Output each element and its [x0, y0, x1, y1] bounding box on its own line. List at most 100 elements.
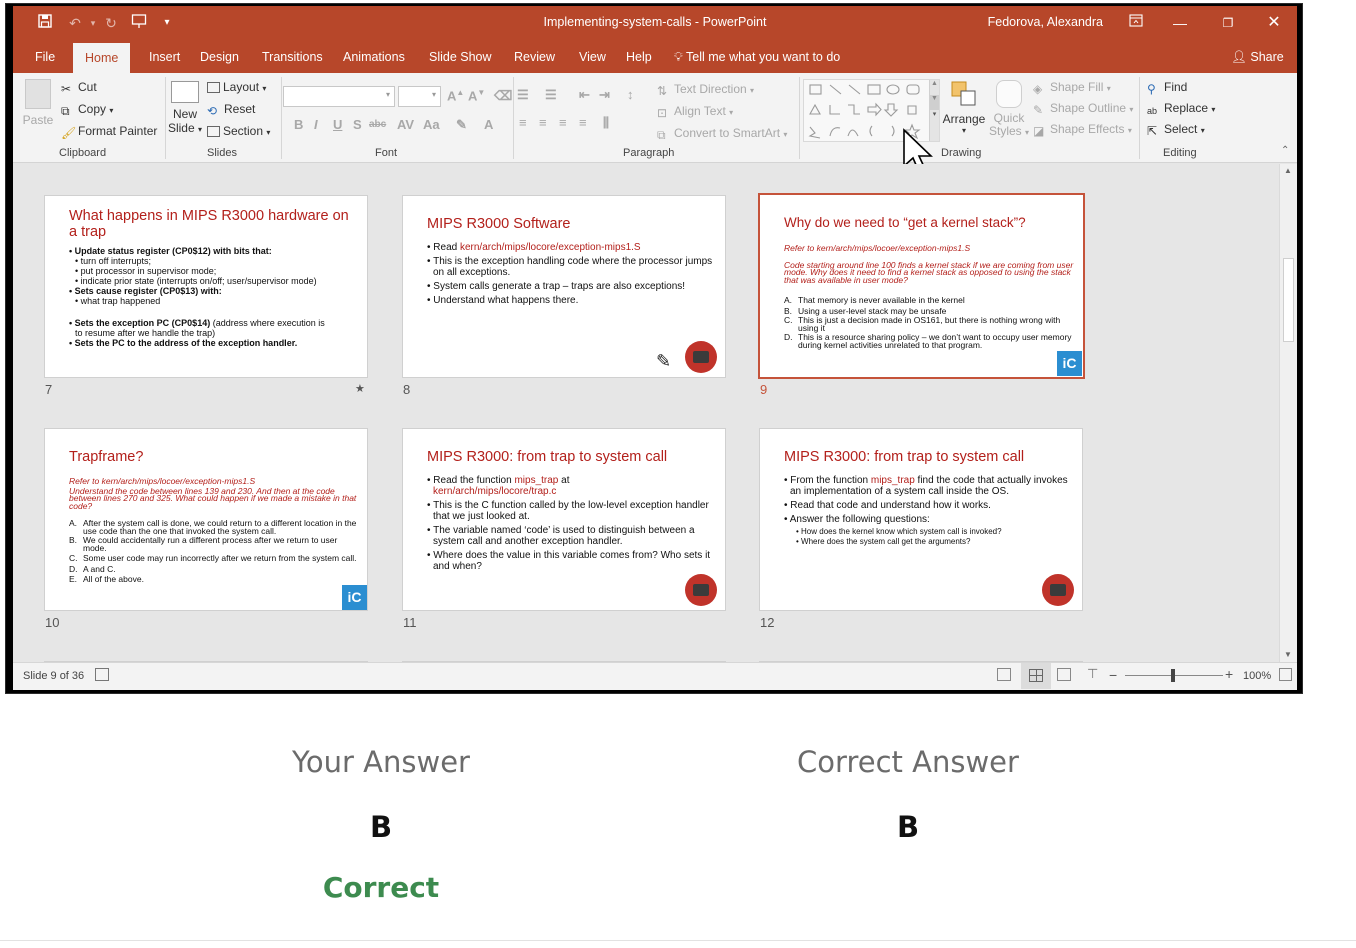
slide-thumbnail-8[interactable]: MIPS R3000 Software • Read kern/arch/mip… [402, 195, 726, 378]
close-icon[interactable]: ✕ [1263, 12, 1285, 34]
tab-file[interactable]: File [33, 40, 57, 73]
increase-indent-icon[interactable]: ⇥ [599, 87, 610, 103]
restore-icon[interactable]: ❐ [1217, 12, 1239, 34]
reset-button[interactable]: ⟲ Reset [207, 102, 255, 118]
gallery-up-icon[interactable]: ▲ [930, 80, 939, 95]
zoom-slider-thumb[interactable] [1171, 669, 1175, 682]
clear-formatting-icon[interactable]: ⌫ [494, 88, 512, 104]
ic-logo-icon: iC [342, 585, 367, 610]
replace-label: Replace [1164, 101, 1209, 115]
numbering-icon[interactable]: ☰ [545, 87, 557, 103]
align-text-button[interactable]: ⊡ Align Text ▾ [657, 104, 733, 120]
shape-effects-button[interactable]: ◪ Shape Effects ▾ [1033, 122, 1132, 138]
code-badge-icon [685, 341, 717, 373]
minimize-icon[interactable]: — [1169, 12, 1191, 34]
collapse-ribbon-icon[interactable]: ⌃ [1281, 145, 1289, 156]
share-button[interactable]: 👤︎ Share [1229, 40, 1286, 73]
new-slide-button[interactable]: New Slide ▾ [165, 79, 205, 137]
notes-check-icon[interactable] [95, 668, 109, 681]
format-painter-button[interactable]: 🖌︎ Format Painter [61, 124, 157, 140]
ribbon-display-options-icon[interactable] [1125, 12, 1147, 34]
user-name[interactable]: Fedorova, Alexandra [988, 15, 1103, 29]
tab-design[interactable]: Design [198, 40, 241, 73]
italic-icon[interactable]: I [314, 117, 318, 132]
bullets-icon[interactable]: ☰ [517, 87, 529, 103]
font-name-dropdown-icon: ▾ [385, 90, 390, 99]
ribbon-divider [799, 77, 800, 159]
vertical-scrollbar[interactable]: ▲ ▼ [1279, 164, 1297, 662]
tab-insert[interactable]: Insert [147, 40, 182, 73]
shape-fill-button[interactable]: ◈ Shape Fill ▾ [1033, 80, 1111, 96]
scroll-up-icon[interactable]: ▲ [1284, 166, 1292, 175]
slide-sorter[interactable]: What happens in MIPS R3000 hardware on a… [13, 164, 1279, 662]
quick-styles-button[interactable]: Quick Styles ▾ [989, 79, 1029, 139]
align-right-icon[interactable]: ≡ [559, 115, 567, 130]
justify-icon[interactable]: ≡ [579, 115, 587, 130]
align-left-icon[interactable]: ≡ [519, 115, 527, 130]
highlight-icon[interactable]: ✎ [456, 117, 467, 133]
slide-thumbnail-7[interactable]: What happens in MIPS R3000 hardware on a… [44, 195, 368, 378]
tab-transitions[interactable]: Transitions [260, 40, 325, 73]
font-name-box[interactable]: ▾ [283, 86, 395, 107]
fit-to-window-icon[interactable] [1279, 668, 1292, 681]
normal-view-icon[interactable] [997, 668, 1011, 681]
layout-button[interactable]: Layout ▾ [207, 80, 266, 94]
zoom-out-icon[interactable]: − [1109, 667, 1117, 683]
change-case-icon[interactable]: Aa [423, 117, 440, 132]
copy-dropdown-icon: ▾ [109, 106, 114, 115]
tab-help[interactable]: Help [624, 40, 654, 73]
tab-home[interactable]: Home [73, 43, 131, 73]
cut-button[interactable]: ✂ Cut [61, 80, 97, 96]
increase-font-icon[interactable]: A▲ [447, 88, 464, 103]
slide-sorter-view-icon[interactable] [1021, 663, 1051, 689]
gallery-down-icon[interactable]: ▼ [930, 95, 939, 110]
character-spacing-icon[interactable]: AV [397, 117, 414, 132]
shape-outline-button[interactable]: ✎ Shape Outline ▾ [1033, 101, 1133, 117]
font-group-label: Font [375, 147, 398, 159]
scroll-thumb[interactable] [1283, 258, 1294, 342]
slide-thumbnail-11[interactable]: MIPS R3000: from trap to system call • R… [402, 428, 726, 611]
tab-view[interactable]: View [577, 40, 608, 73]
slide-thumbnail-12[interactable]: MIPS R3000: from trap to system call • F… [759, 428, 1083, 611]
decrease-font-icon[interactable]: A▼ [468, 88, 485, 103]
find-button[interactable]: ⚲ Find [1147, 80, 1187, 96]
cut-label: Cut [78, 80, 97, 94]
line-spacing-icon[interactable]: ↕ [627, 87, 634, 102]
text-shadow-icon[interactable]: S [353, 117, 362, 132]
zoom-level[interactable]: 100% [1243, 670, 1271, 682]
zoom-in-icon[interactable]: + [1225, 666, 1233, 682]
tab-review[interactable]: Review [512, 40, 557, 73]
columns-icon[interactable]: ⫼ [603, 115, 609, 131]
select-button[interactable]: ⇱ Select ▾ [1147, 122, 1205, 138]
correct-answer-heading: Correct Answer [797, 745, 1019, 779]
slide-body: • Read the function mips_trap at kern/ar… [427, 475, 711, 572]
arrange-button[interactable]: Arrange ▾ [941, 79, 987, 135]
section-button[interactable]: Section ▾ [207, 124, 270, 138]
tell-me-search[interactable]: 💡︎ Tell me what you want to do [672, 40, 842, 73]
arrange-label: Arrange [942, 112, 986, 126]
bold-icon[interactable]: B [294, 117, 303, 132]
font-color-icon[interactable]: A [484, 117, 493, 132]
strikethrough-icon[interactable]: abc [369, 119, 386, 130]
scroll-down-icon[interactable]: ▼ [1284, 650, 1292, 659]
replace-button[interactable]: ab Replace ▾ [1147, 101, 1215, 120]
result-status: Correct [322, 871, 440, 904]
slide-thumbnail-10[interactable]: Trapframe? Refer to kern/arch/mips/locoe… [44, 428, 368, 611]
tab-animations[interactable]: Animations [341, 40, 407, 73]
gallery-more-icon[interactable]: ▾ [930, 110, 939, 125]
scissors-icon: ✂ [61, 82, 72, 96]
slide-show-icon[interactable]: ⊤ [1087, 666, 1098, 682]
font-size-box[interactable]: ▾ [398, 86, 441, 107]
paste-button[interactable]: Paste [21, 79, 55, 127]
decrease-indent-icon[interactable]: ⇤ [579, 87, 590, 103]
copy-button[interactable]: ⧉ Copy ▾ [61, 102, 113, 118]
section-icon [207, 126, 220, 137]
align-center-icon[interactable]: ≡ [539, 115, 547, 130]
underline-icon[interactable]: U [333, 117, 342, 132]
paintbrush-icon: 🖌︎ [61, 126, 77, 140]
slide-thumbnail-9[interactable]: Why do we need to “get a kernel stack”? … [758, 193, 1085, 379]
tab-slide-show[interactable]: Slide Show [427, 40, 494, 73]
reading-view-icon[interactable] [1057, 668, 1071, 681]
text-direction-button[interactable]: ⇅ Text Direction ▾ [657, 82, 754, 98]
convert-smartart-button[interactable]: ⧉ Convert to SmartArt ▾ [657, 126, 787, 142]
